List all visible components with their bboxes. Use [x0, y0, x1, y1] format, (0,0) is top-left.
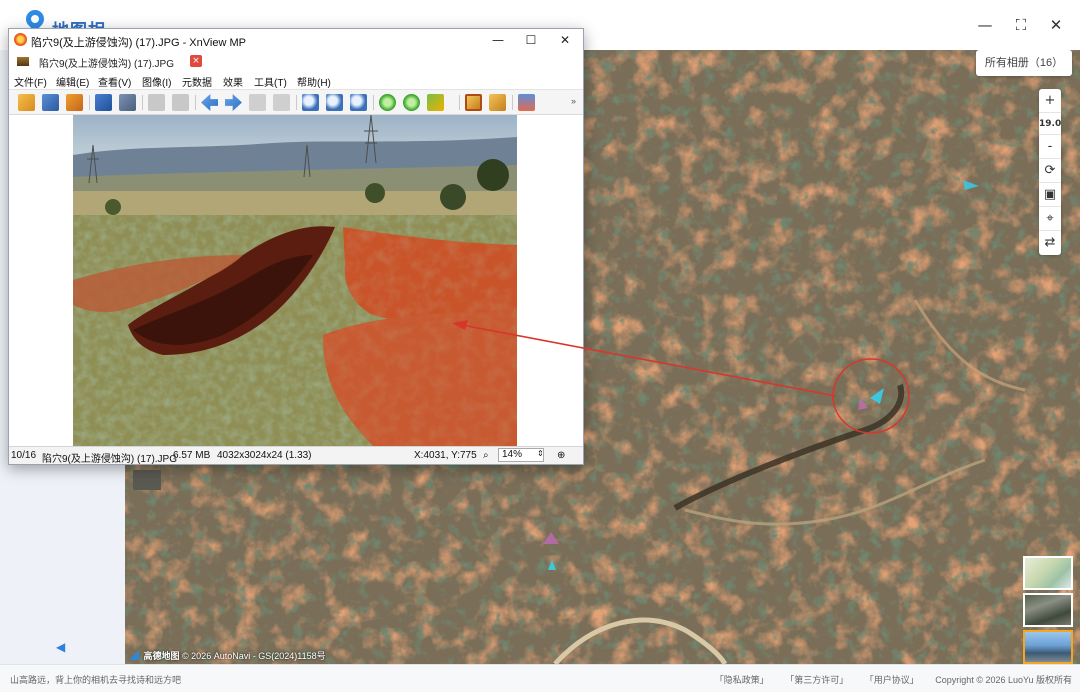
xnview-maximize-button[interactable]: ☐	[522, 31, 540, 49]
zoom-search-icon[interactable]: ⌕	[483, 450, 489, 461]
zoom-out-icon[interactable]	[302, 94, 319, 111]
layer-image-icon[interactable]: ▣	[1039, 183, 1061, 207]
image-index: 10/16	[11, 450, 37, 461]
save-icon[interactable]	[95, 94, 112, 111]
landscape-photo	[73, 115, 517, 446]
menu-effects[interactable]: 效果	[223, 74, 243, 89]
zoom-in-icon[interactable]	[350, 94, 367, 111]
toolbar-separator	[195, 95, 196, 110]
tab-image[interactable]: 陷穴9(及上游侵蚀沟) (17).JPG ×	[13, 52, 209, 70]
xnview-toolbar: »	[9, 89, 583, 115]
erosion-gully-photo	[73, 115, 517, 446]
toolbar-separator	[459, 95, 460, 110]
map-style-street-view[interactable]	[1023, 630, 1073, 664]
toolbar-separator	[89, 95, 90, 110]
zoom-fit-icon[interactable]	[326, 94, 343, 111]
map-style-thumbnails	[1023, 556, 1073, 664]
footer-slogan: 山高路远，背上你的相机去寻找诗和远方吧	[10, 675, 182, 685]
tab-close-icon[interactable]: ×	[190, 55, 202, 67]
menu-view[interactable]: 查看(V)	[98, 74, 131, 89]
toolbar-overflow-icon[interactable]: »	[571, 96, 576, 106]
tab-label: 陷穴9(及上游侵蚀沟) (17).JPG	[39, 59, 175, 70]
zoom-percent: 14%	[502, 449, 523, 460]
previous-icon[interactable]	[201, 94, 218, 111]
swap-icon[interactable]: ⇄	[1039, 231, 1061, 255]
menu-image[interactable]: 图像(I)	[142, 74, 171, 89]
redo-icon[interactable]	[172, 94, 189, 111]
map-attribution: 高德地图 © 2026 AutoNavi - GS(2024)1158号	[129, 649, 326, 662]
menu-metadata[interactable]: 元数据	[182, 74, 212, 89]
resize-icon[interactable]	[489, 94, 506, 111]
xnview-statusbar: 10/16 陷穴9(及上游侵蚀沟) (17).JPG 6.57 MB 4032x…	[9, 446, 583, 465]
zoom-stepper-icon[interactable]: ⇕	[537, 449, 544, 458]
footer-links: 「隐私政策」 「第三方许可」 「用户协议」 Copyright © 2026 L…	[701, 673, 1072, 686]
slideshow-icon[interactable]	[66, 94, 83, 111]
user-agreement-link[interactable]: 「用户协议」	[865, 675, 919, 685]
zoom-in-button[interactable]: +	[1039, 89, 1061, 113]
browser-icon[interactable]	[18, 94, 35, 111]
rotate-right-icon[interactable]	[403, 94, 420, 111]
next-icon[interactable]	[225, 94, 242, 111]
xnview-titlebar: 陷穴9(及上游侵蚀沟) (17).JPG - XnView MP — ☐ ✕	[9, 29, 583, 51]
map-brand: 高德地图	[143, 651, 180, 661]
copyright-text: Copyright © 2026 LuoYu 版权所有	[935, 675, 1072, 685]
xnview-menubar: 文件(F) 编辑(E) 查看(V) 图像(I) 元数据 效果 工具(T) 帮助(…	[9, 71, 583, 89]
xnview-minimize-button[interactable]: —	[489, 31, 507, 49]
save-as-icon[interactable]	[119, 94, 136, 111]
collapse-sidebar-icon[interactable]: ◀	[56, 640, 65, 654]
privacy-policy-link[interactable]: 「隐私政策」	[715, 675, 769, 685]
last-icon[interactable]	[273, 94, 290, 111]
xnview-close-button[interactable]: ✕	[556, 31, 574, 49]
fullscreen-icon[interactable]	[42, 94, 59, 111]
adjust-icon[interactable]	[427, 94, 444, 111]
status-footer: 山高路远，背上你的相机去寻找诗和远方吧 「隐私政策」 「第三方许可」 「用户协议…	[0, 664, 1080, 692]
menu-file[interactable]: 文件(F)	[14, 74, 47, 89]
rotate-icon[interactable]: ⟳	[1039, 159, 1061, 183]
status-filename: 陷穴9(及上游侵蚀沟) (17).JPG	[42, 454, 178, 465]
zoom-add-icon[interactable]: ⊕	[557, 450, 565, 461]
zoom-out-button[interactable]: -	[1039, 135, 1061, 159]
xnview-window-title: 陷穴9(及上游侵蚀沟) (17).JPG - XnView MP	[31, 37, 246, 49]
locate-icon[interactable]: ⌖	[1039, 207, 1061, 231]
xnview-tabbar: 陷穴9(及上游侵蚀沟) (17).JPG ×	[9, 51, 583, 71]
rotate-left-icon[interactable]	[379, 94, 396, 111]
menu-tools[interactable]: 工具(T)	[254, 74, 287, 89]
all-albums-chip[interactable]: 所有相册（16）	[976, 50, 1072, 76]
filter-icon[interactable]	[518, 94, 535, 111]
status-filesize: 6.57 MB	[173, 450, 211, 461]
xnview-app-icon	[14, 33, 27, 46]
toolbar-separator	[373, 95, 374, 110]
toolbar-separator	[296, 95, 297, 110]
first-icon[interactable]	[249, 94, 266, 111]
xnview-window: 陷穴9(及上游侵蚀沟) (17).JPG - XnView MP — ☐ ✕ 陷…	[8, 28, 584, 465]
status-dimensions: 4032x3024x24 (1.33)	[217, 450, 312, 461]
close-button[interactable]: ✕	[1045, 14, 1067, 36]
amap-logo-icon	[129, 650, 139, 660]
toolbar-separator	[512, 95, 513, 110]
cursor-coords: X:4031, Y:775	[414, 450, 477, 461]
map-style-satellite[interactable]	[1023, 593, 1073, 627]
image-viewer[interactable]	[9, 115, 583, 446]
map-style-standard[interactable]	[1023, 556, 1073, 590]
third-party-license-link[interactable]: 「第三方许可」	[785, 675, 848, 685]
image-thumbnail-icon	[17, 57, 29, 66]
toolbar-separator	[142, 95, 143, 110]
menu-edit[interactable]: 编辑(E)	[56, 74, 89, 89]
crop-icon[interactable]	[465, 94, 482, 111]
map-copyright: © 2026 AutoNavi - GS(2024)1158号	[182, 651, 326, 661]
menu-help[interactable]: 帮助(H)	[297, 74, 331, 89]
minimize-button[interactable]: —	[974, 14, 996, 36]
undo-icon[interactable]	[148, 94, 165, 111]
map-controls: + 19.0 - ⟳ ▣ ⌖ ⇄	[1039, 89, 1061, 255]
restore-button[interactable]: ⛶	[1010, 14, 1032, 36]
zoom-level-readout: 19.0	[1039, 113, 1061, 135]
